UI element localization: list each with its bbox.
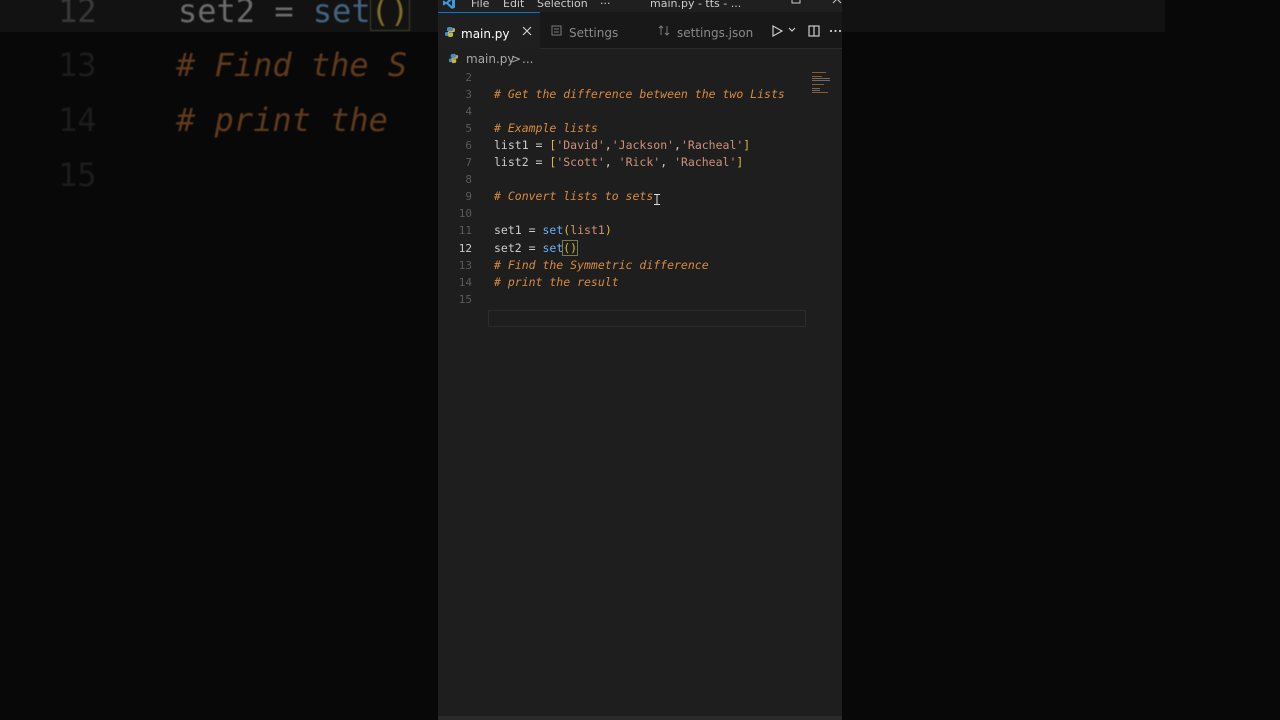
code-line-3: # Get the difference between the two Lis… [494,87,785,101]
code-line-11: set1 = set(list1) [494,223,612,237]
bg-line-number: 12 [58,0,97,30]
window-title: main.py - tts - ... [650,0,742,10]
tab-settings[interactable]: Settings [541,12,645,48]
maximize-icon[interactable] [791,0,801,4]
code-line-9: # Convert lists to sets [494,189,654,203]
current-line-highlight [488,310,806,327]
bg-line-number: 15 [58,156,97,194]
line-number: 13 [458,259,472,272]
vscode-logo-icon [442,0,456,10]
line-number: 9 [465,190,472,203]
tab-label: Settings [569,26,619,40]
menu-more[interactable]: ··· [600,0,611,10]
code-line-12: set2 = set() [494,240,579,256]
title-bar: File Edit Selection ··· main.py - tts - … [438,0,842,12]
current-line-number: 12 [458,242,472,255]
code-line-5: # Example lists [494,121,598,135]
line-number: 5 [465,122,472,135]
tab-main-py[interactable]: main.py [438,12,540,49]
split-editor-icon[interactable] [808,25,820,37]
python-icon [444,26,456,38]
tab-label: settings.json [677,26,754,40]
minimize-icon[interactable] [750,0,760,4]
menu-file[interactable]: File [471,0,489,10]
python-icon [448,53,459,64]
menu-selection[interactable]: Selection [537,0,588,10]
bg-comment-line: # Find the S [176,46,408,84]
tab-bar: main.py Settings settings.json [438,12,842,49]
breadcrumb-file[interactable]: main.py [466,52,515,66]
code-line-13: # Find the Symmetric difference [494,258,709,272]
json-diff-icon [658,25,670,36]
line-number: 3 [465,88,472,101]
line-number: 6 [465,139,472,152]
code-line-7: list2 = ['Scott', 'Rick', 'Racheal'] [494,155,744,169]
vscode-window: File Edit Selection ··· main.py - tts - … [438,0,842,720]
line-number: 11 [458,224,472,237]
code-editor[interactable]: 2 3 4 5 6 7 8 9 10 11 12 13 14 15 # Get … [438,70,842,716]
chevron-down-icon[interactable] [788,27,796,33]
line-number: 10 [458,207,472,220]
code-line-6: list1 = ['David','Jackson','Racheal'] [494,138,751,152]
menu-edit[interactable]: Edit [503,0,524,10]
more-actions-icon[interactable] [829,29,842,33]
text-cursor-icon [654,194,660,205]
breadcrumb-symbols[interactable]: ... [522,52,533,66]
line-number: 15 [458,293,472,306]
tab-label: main.py [461,27,510,41]
code-line-14: # print the result [494,275,619,289]
minimap[interactable] [810,70,842,110]
bg-comment-line: # print the [176,101,388,139]
bg-line-number: 14 [58,101,97,139]
bg-line-number: 13 [58,46,97,84]
close-window-icon[interactable] [832,0,842,4]
tab-settings-json[interactable]: settings.json [648,12,758,48]
close-tab-icon[interactable] [522,26,532,36]
line-number: 4 [465,105,472,118]
line-number: 14 [458,276,472,289]
bg-code-line: set2 = set() [178,0,411,31]
run-icon[interactable] [771,25,783,37]
status-bar [438,716,842,720]
line-number: 8 [465,173,472,186]
line-number: 2 [465,71,472,84]
breadcrumb: main.py > ... [438,48,842,70]
line-number: 7 [465,156,472,169]
settings-file-icon [551,25,562,36]
breadcrumb-separator: > [511,52,522,66]
